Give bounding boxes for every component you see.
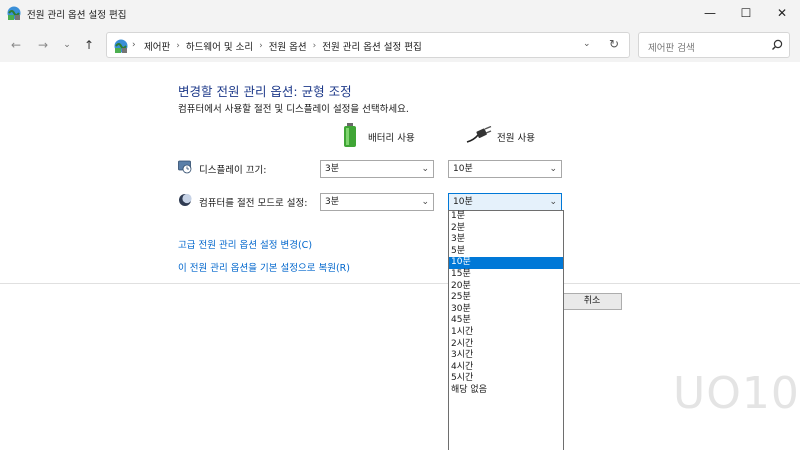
breadcrumb: 제어판 › 하드웨어 및 소리 › 전원 옵션 › 전원 관리 옵션 설정 편집 <box>141 39 425 53</box>
dropdown-option[interactable]: 1분 <box>449 211 563 223</box>
dropdown-option[interactable]: 2분 <box>449 223 563 235</box>
dropdown-option[interactable]: 3분 <box>449 234 563 246</box>
dropdown-option[interactable]: 10분 <box>449 257 563 269</box>
address-bar[interactable]: › 제어판 › 하드웨어 및 소리 › 전원 옵션 › 전원 관리 옵션 설정 … <box>106 32 630 58</box>
display-icon <box>178 160 192 174</box>
title-bar: 전원 관리 옵션 설정 편집 — ☐ ✕ <box>0 0 800 26</box>
dropdown-option[interactable]: 4시간 <box>449 362 563 374</box>
sleep-label: 컴퓨터를 절전 모드로 설정: <box>199 198 308 209</box>
divider <box>0 283 800 284</box>
search-icon[interactable] <box>770 38 784 52</box>
page-subtitle: 컴퓨터에서 사용할 절전 및 디스플레이 설정을 선택하세요. <box>178 104 409 115</box>
cancel-button[interactable]: 취소 <box>562 293 622 310</box>
control-panel-icon <box>7 6 21 20</box>
dropdown-option[interactable]: 해당 없음 <box>449 385 563 397</box>
dropdown-option[interactable]: 1시간 <box>449 327 563 339</box>
minimize-button[interactable]: — <box>692 0 728 26</box>
dropdown-option[interactable]: 3시간 <box>449 350 563 362</box>
dropdown-option[interactable]: 30분 <box>449 304 563 316</box>
plug-icon <box>466 126 492 143</box>
chevron-right-icon[interactable]: › <box>256 41 266 51</box>
display-plugged-value: 10분 <box>453 164 473 174</box>
chevron-right-icon: › <box>132 40 136 50</box>
battery-column-label: 배터리 사용 <box>368 133 415 144</box>
breadcrumb-item[interactable]: 하드웨어 및 소리 <box>183 39 256 53</box>
watermark: UO101 <box>673 368 800 419</box>
dropdown-option[interactable]: 45분 <box>449 315 563 327</box>
sleep-plugged-select[interactable]: 10분 ⌄ <box>448 193 562 211</box>
close-button[interactable]: ✕ <box>764 0 800 26</box>
breadcrumb-item[interactable]: 전원 옵션 <box>266 39 310 53</box>
window-title: 전원 관리 옵션 설정 편집 <box>27 10 127 21</box>
chevron-down-icon: ⌄ <box>421 197 429 207</box>
breadcrumb-item[interactable]: 전원 관리 옵션 설정 편집 <box>319 39 424 53</box>
forward-button[interactable]: → <box>34 36 52 54</box>
plugged-column-label: 전원 사용 <box>497 133 535 144</box>
page-title: 변경할 전원 관리 옵션: 균형 조정 <box>178 84 352 99</box>
chevron-down-icon[interactable]: ⌄ <box>583 39 591 49</box>
control-panel-icon <box>114 39 128 53</box>
display-battery-value: 3분 <box>325 164 340 174</box>
chevron-right-icon[interactable]: › <box>310 41 320 51</box>
chevron-right-icon[interactable]: › <box>173 41 183 51</box>
dropdown-option[interactable]: 15분 <box>449 269 563 281</box>
maximize-button[interactable]: ☐ <box>728 0 764 26</box>
refresh-icon[interactable]: ↻ <box>609 37 619 51</box>
sleep-plugged-value: 10분 <box>453 197 473 207</box>
main-content: 변경할 전원 관리 옵션: 균형 조정 컴퓨터에서 사용할 절전 및 디스플레이… <box>0 62 800 450</box>
back-button[interactable]: ← <box>7 36 25 54</box>
chevron-down-icon: ⌄ <box>421 164 429 174</box>
sleep-battery-value: 3분 <box>325 197 340 207</box>
dropdown-option[interactable]: 25분 <box>449 292 563 304</box>
display-battery-select[interactable]: 3분 ⌄ <box>320 160 434 178</box>
battery-icon <box>344 123 356 147</box>
search-input[interactable]: 제어판 검색 <box>638 32 790 58</box>
display-off-label: 디스플레이 끄기: <box>199 165 267 176</box>
sleep-moon-icon <box>179 193 192 206</box>
sleep-plugged-options-list[interactable]: 1분 2분 3분 5분 10분 15분 20분 25분 30분 45분 1시간 2시간 3시간 4시간 5시… <box>448 210 564 450</box>
breadcrumb-item[interactable]: 제어판 <box>141 39 173 53</box>
display-plugged-select[interactable]: 10분 ⌄ <box>448 160 562 178</box>
dropdown-option[interactable]: 5시간 <box>449 373 563 385</box>
chevron-down-icon: ⌄ <box>549 197 557 207</box>
up-button[interactable]: ↑ <box>80 36 98 54</box>
advanced-settings-link[interactable]: 고급 전원 관리 옵션 설정 변경(C) <box>178 237 312 251</box>
chevron-down-icon: ⌄ <box>549 164 557 174</box>
dropdown-option[interactable]: 2시간 <box>449 339 563 351</box>
restore-defaults-link[interactable]: 이 전원 관리 옵션을 기본 설정으로 복원(R) <box>178 260 350 274</box>
navigation-bar: ← → ⌄ ↑ › 제어판 › 하드웨어 및 소리 › 전원 옵션 › 전원 관… <box>0 26 800 62</box>
sleep-battery-select[interactable]: 3분 ⌄ <box>320 193 434 211</box>
dropdown-option[interactable]: 5분 <box>449 246 563 258</box>
dropdown-option[interactable]: 20분 <box>449 281 563 293</box>
recent-locations-button[interactable]: ⌄ <box>58 36 76 54</box>
search-placeholder: 제어판 검색 <box>648 43 695 54</box>
